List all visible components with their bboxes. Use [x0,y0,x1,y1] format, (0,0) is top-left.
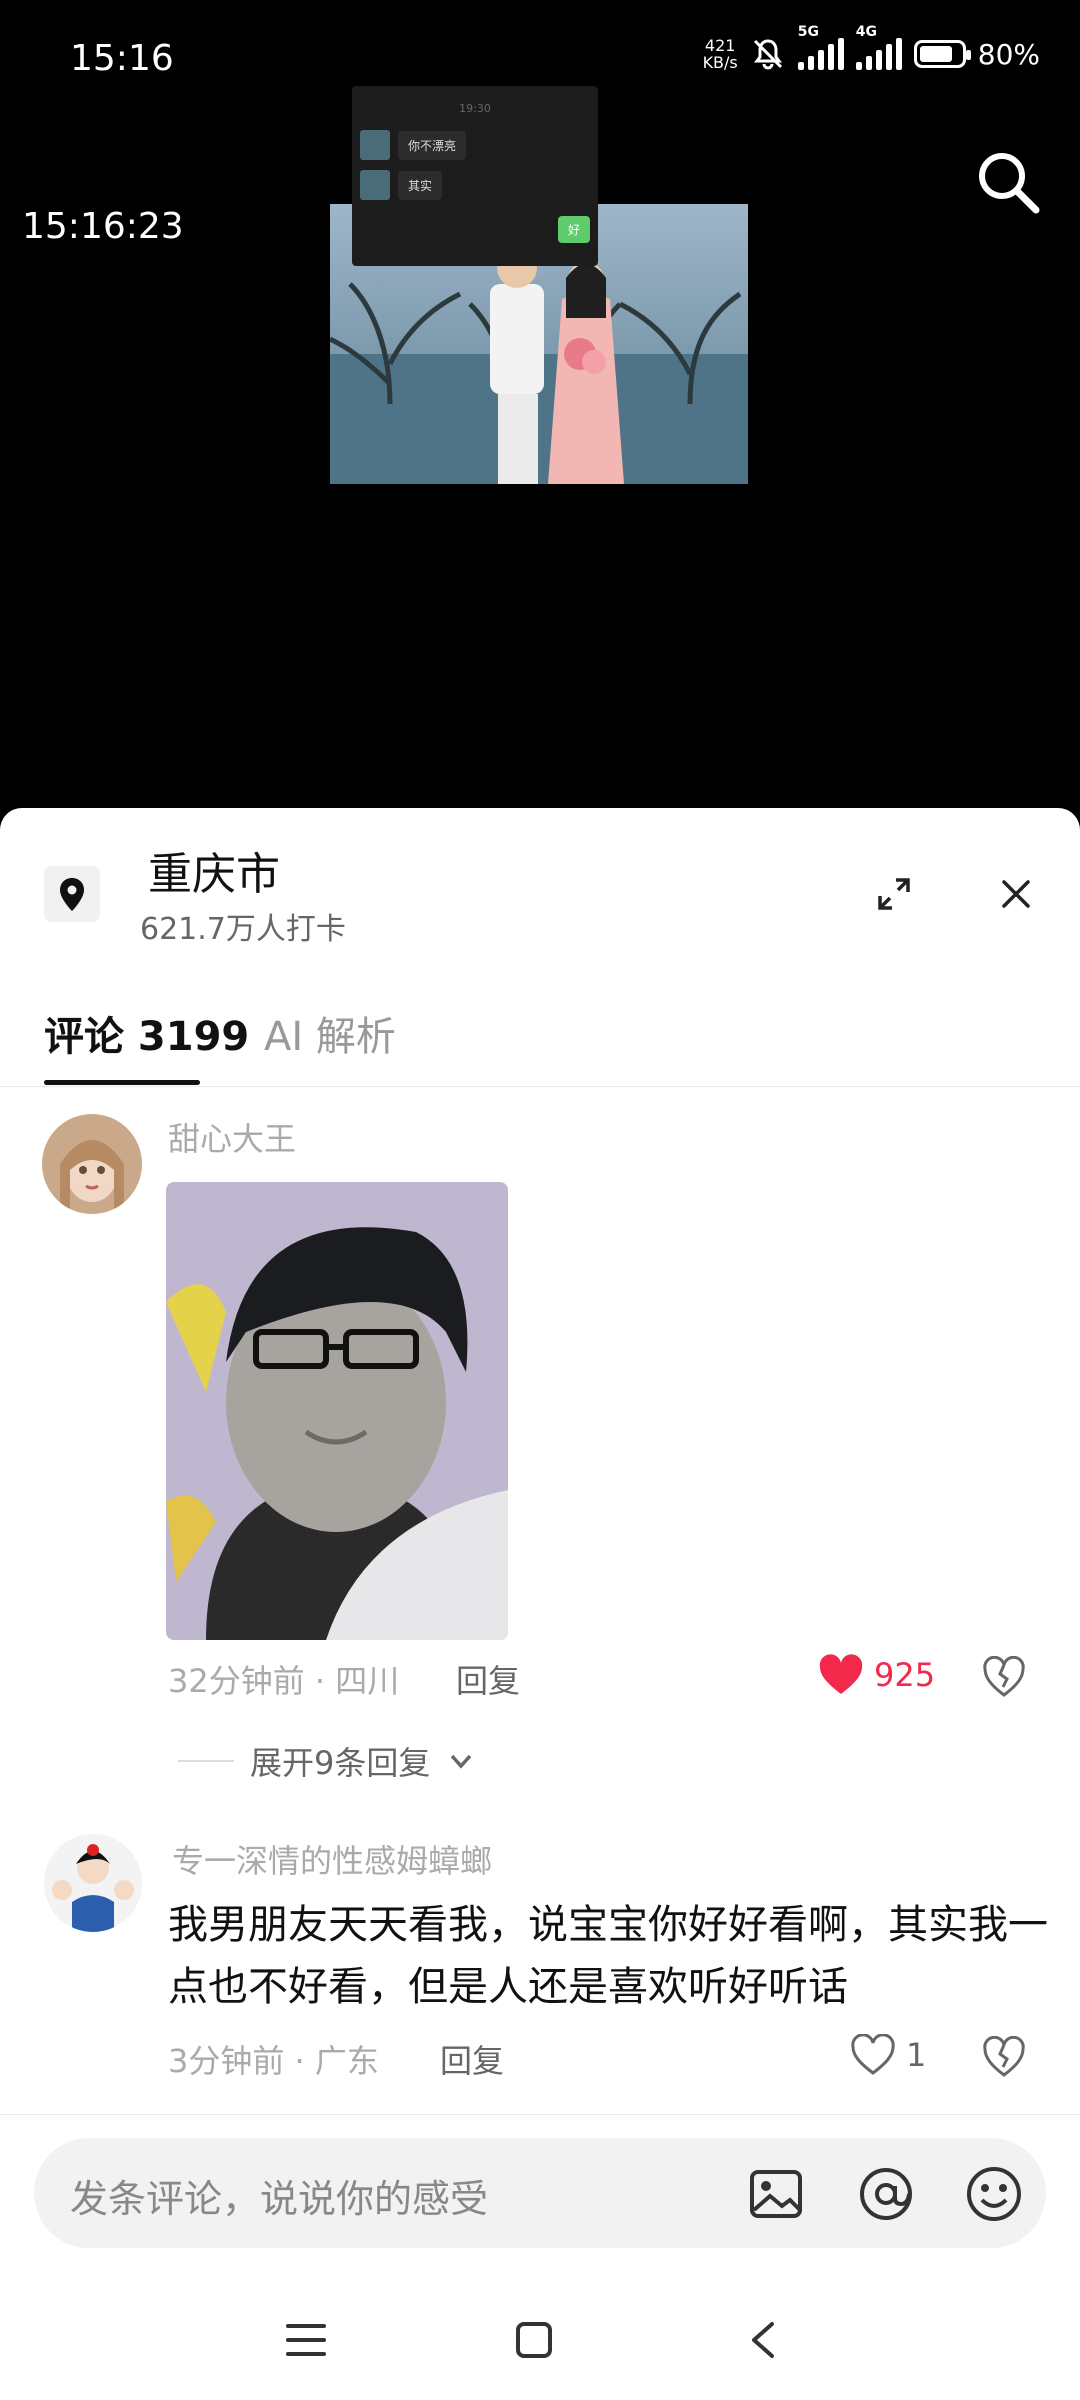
net-speed-value: 421 [704,36,736,55]
reply-button[interactable]: 回复 [440,2036,504,2082]
heart-outline-icon [851,2034,895,2075]
system-nav-bar [0,2280,1080,2400]
dislike-broken-heart-icon[interactable] [982,2036,1026,2078]
heart-filled-icon [819,1654,863,1694]
comment-username[interactable]: 专一深情的性感姆蟑螂 [172,1836,492,1882]
like-button[interactable]: 925 [818,1654,935,1696]
search-icon[interactable] [974,148,1042,216]
battery-percent: 80% [977,37,1040,71]
battery-icon [913,40,971,68]
chat-bubble: 其实 [398,170,443,200]
avatar[interactable] [42,1114,142,1214]
location-checkins: 621.7万人打卡 [140,912,346,947]
video-timestamp: 15:16:23 [22,206,184,247]
chat-message: 其实 [360,170,443,200]
expand-icon[interactable] [874,874,914,914]
chat-bubble: 你不漂亮 [398,130,467,160]
avatar[interactable] [44,1834,142,1932]
comment-text: 我男朋友天天看我，说宝宝你好好看啊，其实我一点也不好看，但是人还是喜欢听好听话 [168,1902,1048,2010]
chat-message: 你不漂亮 [360,130,467,160]
menu-icon[interactable] [284,2320,328,2360]
comment-sheet: 重庆市 621.7万人打卡 评论 3199 AI 解析 甜心大王 32分钟前 ·… [0,808,1080,2400]
sim1-label: 5G [797,24,819,40]
status-icons: 421 KB/s 5G 4G 80% [703,24,1040,72]
active-tab-indicator [44,1080,200,1085]
divider [0,1086,1080,1087]
back-icon[interactable] [748,2320,778,2360]
expand-replies-label: 展开9条回复 [250,1744,431,1782]
expand-replies-button[interactable]: 展开9条回复 [178,1738,476,1784]
signal-icon [797,38,844,70]
chat-reply-bubble: 好 [557,216,590,243]
divider [0,2114,1080,2115]
signal-icon-2 [855,38,902,70]
chat-avatar [360,170,390,200]
like-count: 925 [874,1656,936,1694]
like-button[interactable]: 1 [850,2034,926,2076]
sim2-label: 4G [855,24,877,40]
home-square-icon[interactable] [514,2320,554,2360]
mute-bell-icon [753,39,782,70]
status-time: 15:16 [70,38,174,79]
location-title[interactable]: 重庆市 [148,838,280,902]
chevron-down-icon [451,1754,472,1769]
chat-time: 19:30 [459,102,491,115]
chat-screenshot-overlay: 19:30 你不漂亮 其实 好 [352,86,598,266]
net-speed: 421 KB/s [703,37,738,71]
comment-username[interactable]: 甜心大王 [168,1114,296,1160]
emoji-icon[interactable] [964,2164,1024,2224]
image-icon[interactable] [746,2164,806,2224]
comment-image[interactable] [166,1182,508,1640]
dislike-broken-heart-icon[interactable] [982,1656,1026,1698]
comment-time-location: 3分钟前 · 广东 [168,2042,379,2080]
comment-input[interactable]: 发条评论，说说你的感受 [34,2138,1046,2248]
comment-time-location: 32分钟前 · 四川 [168,1662,400,1700]
tab-comments[interactable]: 评论 3199 [44,1004,249,1062]
reply-button[interactable]: 回复 [456,1656,520,1702]
location-pin-icon [44,866,100,922]
at-mention-icon[interactable] [856,2164,916,2224]
comment-input-placeholder: 发条评论，说说你的感受 [70,2177,489,2221]
like-count: 1 [906,2036,927,2074]
close-icon[interactable] [996,874,1036,914]
divider [178,1760,234,1762]
tab-ai-analysis[interactable]: AI 解析 [264,1004,396,1062]
net-speed-unit: KB/s [702,53,738,72]
chat-avatar [360,130,390,160]
